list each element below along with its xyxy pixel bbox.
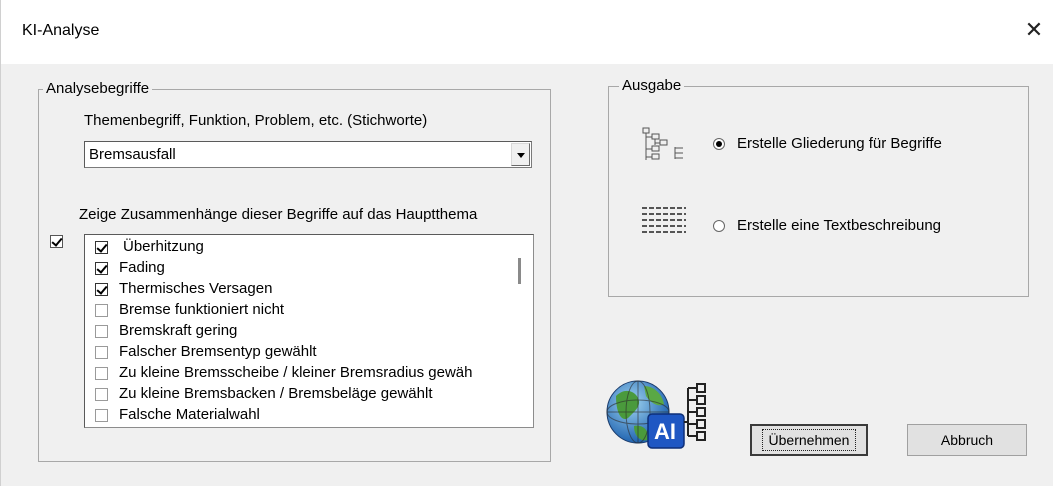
term-combobox-value: Bremsausfall xyxy=(89,146,176,163)
terms-listbox[interactable]: Überhitzung Fading Thermisches Versagen … xyxy=(84,234,534,428)
item-checkbox[interactable] xyxy=(95,346,108,359)
output-group: Ausgabe xyxy=(608,77,1029,297)
list-scrollbar-thumb[interactable] xyxy=(518,258,521,284)
title-bar[interactable]: KI-Analyse ✕ xyxy=(1,0,1053,64)
item-checkbox[interactable] xyxy=(95,262,108,275)
apply-button[interactable]: Übernehmen xyxy=(750,424,868,456)
window-edge xyxy=(1,64,5,486)
list-item[interactable]: Fading xyxy=(85,259,515,280)
item-checkbox[interactable] xyxy=(95,325,108,338)
list-item[interactable]: Falscher Bremsentyp gewählt xyxy=(85,343,515,364)
term-combobox[interactable]: Bremsausfall xyxy=(84,141,532,168)
term-label: Themenbegriff, Funktion, Problem, etc. (… xyxy=(84,112,428,129)
outline-radio[interactable] xyxy=(713,138,725,150)
list-item[interactable]: Überhitzung xyxy=(85,238,515,259)
apply-button-label: Übernehmen xyxy=(761,429,857,451)
close-icon[interactable]: ✕ xyxy=(1020,16,1048,44)
list-item-label: Zu kleine Bremsscheibe / kleiner Bremsra… xyxy=(119,364,473,381)
list-item[interactable]: Thermisches Versagen xyxy=(85,280,515,301)
ai-globe-logo xyxy=(606,380,706,449)
chevron-down-icon[interactable] xyxy=(511,143,530,166)
text-option-label[interactable]: Erstelle eine Textbeschreibung xyxy=(737,217,941,234)
outline-option-label[interactable]: Erstelle Gliederung für Begriffe xyxy=(737,135,942,152)
list-item-label: Bremse funktioniert nicht xyxy=(119,301,285,318)
item-checkbox[interactable] xyxy=(95,409,108,422)
show-relations-checkbox[interactable] xyxy=(50,235,63,248)
item-checkbox[interactable] xyxy=(95,367,108,380)
item-checkbox[interactable] xyxy=(95,241,108,254)
relations-label: Zeige Zusammenhänge dieser Begriffe auf … xyxy=(79,206,478,223)
list-item-label: Falscher Bremsentyp gewählt xyxy=(119,343,317,360)
item-checkbox[interactable] xyxy=(95,283,108,296)
list-item-label: Zu kleine Bremsbacken / Bremsbeläge gewä… xyxy=(119,385,433,402)
list-item[interactable]: Zu kleine Bremsbacken / Bremsbeläge gewä… xyxy=(85,385,515,406)
item-checkbox[interactable] xyxy=(95,388,108,401)
text-radio[interactable] xyxy=(713,220,725,232)
list-item-label: Thermisches Versagen xyxy=(119,280,273,297)
list-item-label: Fading xyxy=(119,259,165,276)
outline-tree-icon xyxy=(642,127,683,160)
item-checkbox[interactable] xyxy=(95,304,108,317)
list-item[interactable]: Zu kleine Bremsscheibe / kleiner Bremsra… xyxy=(85,364,515,385)
window-title: KI-Analyse xyxy=(22,22,100,39)
analysis-group-label: Analysebegriffe xyxy=(43,80,153,97)
list-item-label: Bremskraft gering xyxy=(119,322,238,339)
output-group-label: Ausgabe xyxy=(619,77,685,94)
list-item[interactable]: Falsche Materialwahl xyxy=(85,406,515,427)
list-item-label: Überhitzung xyxy=(123,238,204,255)
list-item[interactable]: Bremse funktioniert nicht xyxy=(85,301,515,322)
cancel-button-label: Abbruch xyxy=(940,432,994,448)
cancel-button[interactable]: Abbruch xyxy=(907,424,1027,456)
ai-logo-text: AI xyxy=(654,419,676,444)
list-item[interactable]: Bremskraft gering xyxy=(85,322,515,343)
list-item-label: Falsche Materialwahl xyxy=(119,406,260,423)
text-lines-icon xyxy=(642,207,686,233)
